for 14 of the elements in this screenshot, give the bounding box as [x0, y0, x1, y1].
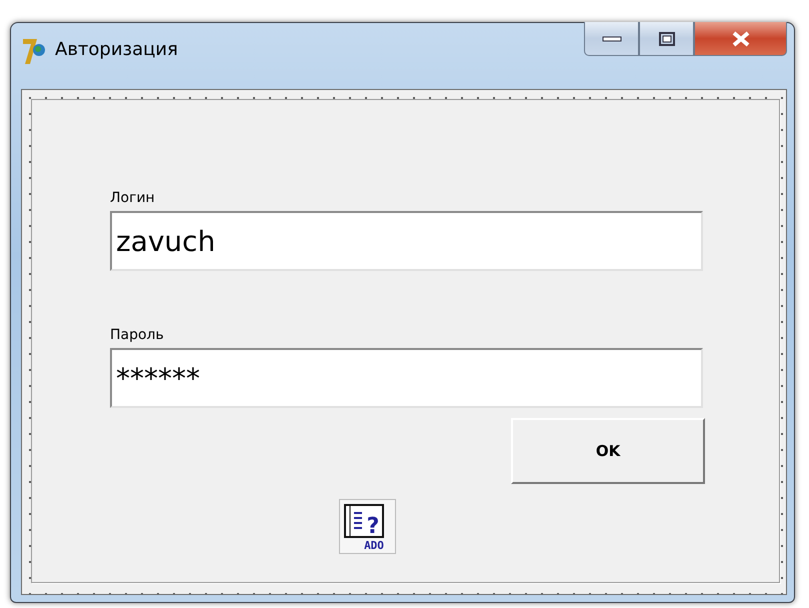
field-label: Логин — [110, 190, 155, 206]
close-icon — [730, 30, 750, 46]
maximize-icon — [658, 32, 674, 46]
maximize-button[interactable] — [639, 22, 694, 56]
field-label: Пароль — [110, 327, 164, 343]
app-logo-icon — [21, 36, 47, 66]
minimize-button[interactable] — [584, 22, 639, 56]
close-button[interactable] — [694, 22, 787, 56]
input-field[interactable]: ****** — [110, 348, 703, 408]
minimize-icon — [602, 36, 622, 42]
ok-button[interactable]: OK — [511, 418, 705, 484]
window-title: Авторизация — [55, 39, 178, 60]
input-field[interactable]: zavuch — [110, 211, 703, 271]
ado-component-icon: ? ADO — [339, 499, 396, 554]
